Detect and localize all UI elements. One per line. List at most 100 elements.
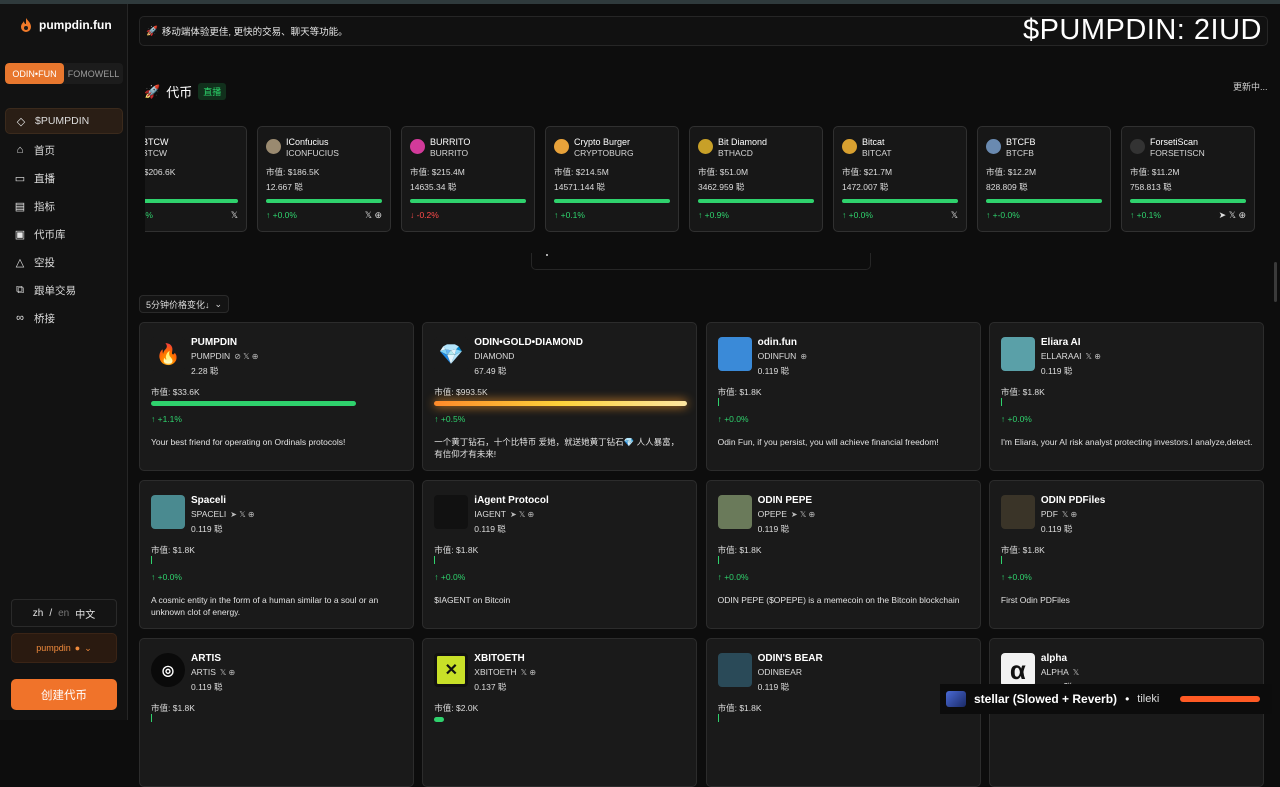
token-card[interactable]: ODIN PDFiles PDF 𝕏 ⊕ 0.119 聪 市值: $1.8K ↑ …	[988, 480, 1264, 629]
language-switch[interactable]: zh / en 中文	[11, 599, 117, 627]
ticker-header: Bit Diamond BTHACD	[698, 136, 767, 158]
sidebar-item-label: 桥接	[34, 312, 55, 325]
token-symbol-row: IAGENT ➤ 𝕏 ⊕	[474, 509, 534, 519]
sidebar-item-label: 代币库	[34, 228, 66, 241]
token-name: Spaceli	[191, 495, 227, 506]
social-icons[interactable]: ➤ 𝕏 ⊕	[1219, 210, 1246, 221]
token-description: First Odin PDFiles	[1000, 595, 1070, 605]
social-icons[interactable]: 𝕏	[1073, 668, 1079, 677]
social-icons[interactable]: ⊘ 𝕏 ⊕	[234, 352, 258, 361]
social-icons[interactable]: 𝕏 ⊕	[521, 668, 536, 677]
sidebar-item-label: 首页	[34, 144, 55, 157]
token-name: alpha	[1040, 653, 1068, 664]
token-logo-icon	[1000, 495, 1035, 529]
arrow-up-icon: ↑	[1000, 414, 1006, 424]
create-token-button[interactable]: 创建代币	[11, 679, 117, 710]
token-logo-icon	[842, 139, 857, 154]
ticker-card[interactable]: BTCFB BTCFB 市值: $12.2M 828.809 聪 ↑ +-0.0…	[977, 126, 1111, 232]
token-card[interactable]: 🔥 PUMPDIN PUMPDIN ⊘ 𝕏 ⊕ 2.28 聪 市值: $33.6K…	[139, 322, 414, 471]
token-card[interactable]: 💎 ODIN•GOLD•DIAMOND DIAMOND 67.49 聪 市值: …	[422, 322, 698, 471]
social-icons[interactable]: 𝕏 ⊕	[365, 210, 382, 221]
token-market-cap: 市值: $1.8K	[434, 545, 479, 555]
token-card[interactable]: ODIN PEPE OPEPE ➤ 𝕏 ⊕ 0.119 聪 市值: $1.8K ↑…	[705, 480, 981, 629]
social-icons[interactable]: ➤ 𝕏 ⊕	[510, 510, 534, 519]
token-symbol-row: PDF 𝕏 ⊕	[1041, 509, 1077, 519]
music-player[interactable]: stellar (Slowed + Reverb) • tileki	[940, 684, 1272, 714]
social-icons[interactable]: 𝕏 ⊕	[1062, 510, 1077, 519]
ticker-holders: 1472.007 聪	[842, 182, 889, 192]
scroll-dot	[546, 254, 548, 256]
sidebar-item-pumpdin[interactable]: ◇ $PUMPDIN	[5, 108, 123, 134]
brand[interactable]: pumpdin.fun	[20, 18, 112, 32]
social-icons[interactable]: ⊕	[800, 352, 807, 361]
token-logo-icon	[717, 495, 752, 529]
user-menu[interactable]: pumpdin ● ⌄	[11, 633, 117, 663]
page-scrollbar[interactable]	[1274, 262, 1277, 302]
token-change-value: +1.1%	[157, 414, 182, 424]
token-card[interactable]: Spaceli SPACELI ➤ 𝕏 ⊕ 0.119 聪 市值: $1.8K ↑…	[139, 480, 414, 629]
token-symbol-row: ODINBEAR	[758, 667, 806, 677]
ticker-name: BTCFB	[1006, 137, 1036, 147]
token-card[interactable]: iAgent Protocol IAGENT ➤ 𝕏 ⊕ 0.119 聪 市值: …	[422, 480, 698, 629]
ticker-progress-bar	[1130, 199, 1246, 203]
ticker-market-cap: 市值: $214.5M	[554, 167, 609, 177]
track-artist: tileki	[1137, 693, 1160, 705]
token-change: ↑ +0.0%	[1001, 414, 1032, 424]
sidebar-item-home[interactable]: ⌂ 首页	[5, 136, 123, 164]
sidebar-item-bridge[interactable]: ∞ 桥接	[5, 304, 123, 332]
token-logo-icon	[986, 139, 1001, 154]
arrow-icon: ↑	[1130, 210, 1135, 220]
sidebar-item-label: 直播	[34, 172, 55, 185]
carousel-scroll-indicator[interactable]	[531, 253, 871, 270]
ticker-market-cap: 市值: $215.4M	[410, 167, 465, 177]
ticker-card[interactable]: BURRITO BURRITO 市值: $215.4M 14635.34 聪 ↓…	[401, 126, 535, 232]
sidebar-item-copy-trade[interactable]: ⧉ 跟单交易	[5, 276, 123, 304]
token-card[interactable]: Eliara AI ELLARAAI 𝕏 ⊕ 0.119 聪 市值: $1.8K …	[988, 322, 1264, 471]
ticker-market-cap: 市值: $206.6K	[145, 167, 176, 177]
ticker-card[interactable]: Bit Diamond BTHACD 市值: $51.0M 3462.959 聪…	[689, 126, 823, 232]
social-icons[interactable]: ➤ 𝕏 ⊕	[230, 510, 254, 519]
sidebar-item-metrics[interactable]: ▤ 指标	[5, 192, 123, 220]
overlay-caption: $PUMPDIN: 2IUD	[1022, 14, 1262, 46]
ticker-name: BTCW	[145, 137, 169, 147]
sidebar-item-live[interactable]: ▭ 直播	[5, 164, 123, 192]
sidebar-item-token-library[interactable]: ▣ 代币库	[5, 220, 123, 248]
token-card[interactable]: ✕ XBITOETH XBITOETH 𝕏 ⊕ 0.137 聪 市值: $2.0K	[422, 638, 698, 787]
token-card[interactable]: odin.fun ODINFUN ⊕ 0.119 聪 市值: $1.8K ↑ +0…	[705, 322, 981, 471]
social-icons[interactable]: 𝕏	[951, 210, 958, 221]
lang-zh[interactable]: zh	[33, 608, 44, 619]
social-icons[interactable]: ➤ 𝕏 ⊕	[791, 510, 815, 519]
token-card[interactable]: ◎ ARTIS ARTIS 𝕏 ⊕ 0.119 聪 市值: $1.8K	[139, 638, 414, 787]
diamond-icon: ◇	[16, 115, 26, 128]
ticker-header: ForsetiScan FORSETISCN	[1130, 136, 1205, 158]
ticker-card[interactable]: IConfucius ICONFUCIUS 市值: $186.5K 12.667…	[257, 126, 391, 232]
sort-dropdown[interactable]: 5分钟价格变化↓ ⌄	[139, 295, 230, 313]
token-change-value: +0.0%	[724, 414, 749, 424]
token-change-value: +0.0%	[724, 572, 749, 582]
ticker-card[interactable]: Crypto Burger CRYPTOBURG 市值: $214.5M 145…	[545, 126, 679, 232]
sidebar-item-airdrop[interactable]: △ 空投	[5, 248, 123, 276]
social-icons[interactable]: 𝕏 ⊕	[220, 668, 235, 677]
ticker-card[interactable]: ForsetiScan FORSETISCN 市值: $11.2M 758.81…	[1121, 126, 1255, 232]
bonding-progress-bar	[717, 556, 719, 564]
token-symbol: ODINBEAR	[757, 667, 802, 677]
arrow-icon: ↑	[698, 210, 703, 220]
token-logo-icon: 🔥	[151, 337, 185, 371]
social-icons[interactable]: 𝕏 ⊕	[1086, 352, 1101, 361]
tab-fomowell[interactable]: FOMOWELL	[64, 63, 123, 84]
arrow-icon: ↑	[554, 210, 559, 220]
token-holders: 0.119 聪	[474, 524, 506, 534]
token-change-value: +0.0%	[157, 572, 182, 582]
ticker-card[interactable]: Bitcat BITCAT 市值: $21.7M 1472.007 聪 ↑ +0…	[833, 126, 967, 232]
ticker-name: IConfucius	[286, 137, 329, 147]
social-icons[interactable]: 𝕏	[231, 210, 238, 221]
progress-pill[interactable]	[1180, 696, 1260, 702]
ticker-carousel[interactable]: BTCW BTCW 市值: $206.6K 8 聪 ↑ +0.0% 𝕏 ICon…	[145, 117, 1263, 244]
token-symbol: IAGENT	[474, 509, 506, 519]
token-name: ODIN•GOLD•DIAMOND	[474, 337, 583, 348]
chevron-down-icon: ⌄	[84, 642, 92, 653]
ticker-card[interactable]: BTCW BTCW 市值: $206.6K 8 聪 ↑ +0.0% 𝕏	[145, 126, 247, 232]
lang-en[interactable]: en	[58, 608, 69, 619]
tab-odin-fun[interactable]: ODIN•FUN	[5, 63, 64, 84]
ticker-header: BURRITO BURRITO	[410, 136, 470, 158]
